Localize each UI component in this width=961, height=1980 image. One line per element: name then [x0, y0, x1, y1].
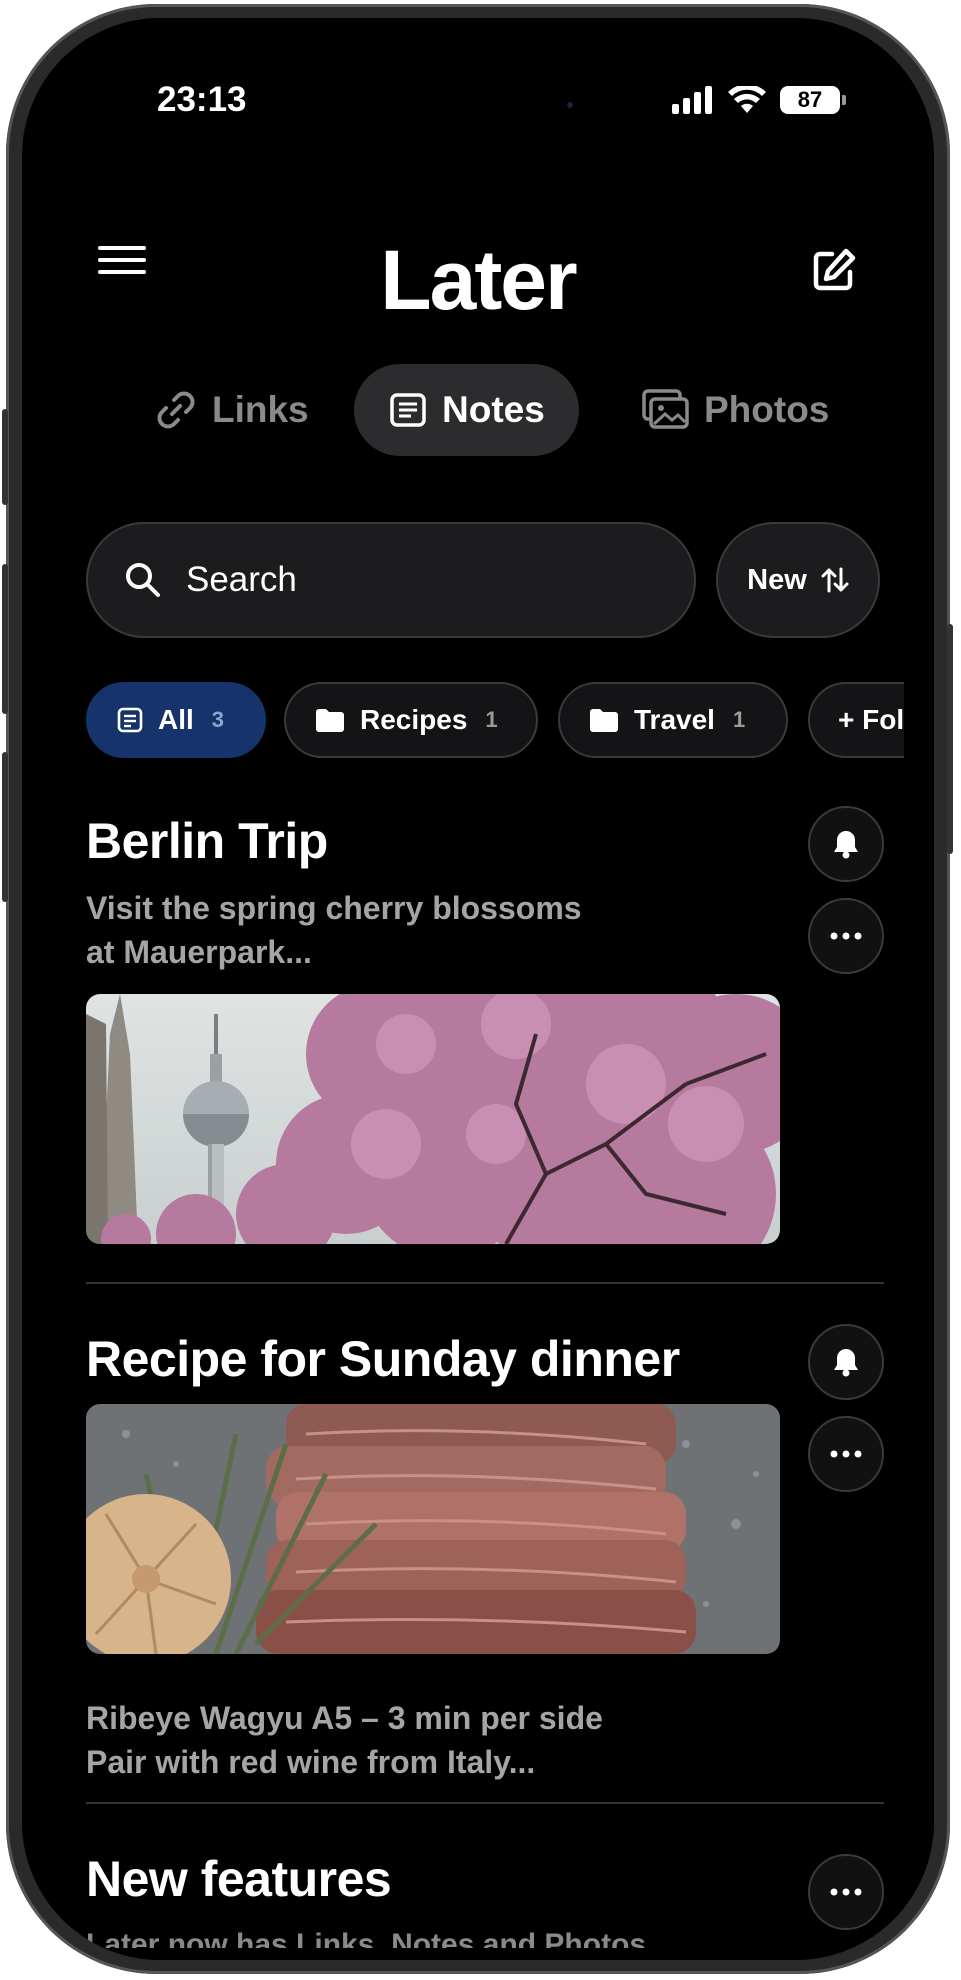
- tv-tower-cherry-blossom-image: [86, 994, 780, 1244]
- bell-icon: [834, 1349, 858, 1377]
- note-divider: [86, 1802, 884, 1804]
- wagyu-steak-image: [86, 1404, 780, 1654]
- compose-button[interactable]: [810, 246, 858, 294]
- note-preview-line[interactable]: Later now has Links, Notes and Photos: [86, 1928, 786, 1948]
- compose-icon: [813, 248, 856, 291]
- more-icon: [830, 1888, 862, 1896]
- folder-icon: [590, 709, 618, 732]
- more-icon: [830, 932, 862, 940]
- chip-label: All: [158, 704, 194, 735]
- link-icon: [157, 391, 195, 429]
- berlin-photo[interactable]: [86, 994, 780, 1244]
- tab-label: Photos: [704, 389, 830, 430]
- status-indicators: 87: [672, 86, 846, 114]
- chip-label: Travel: [634, 704, 715, 735]
- volume-down-button: [2, 752, 8, 902]
- volume-up-button: [2, 564, 8, 714]
- sort-label: New: [747, 563, 807, 596]
- sort-arrows-icon: [821, 567, 849, 593]
- tab-notes[interactable]: Notes: [354, 364, 579, 456]
- sort-button[interactable]: New: [716, 522, 880, 638]
- search-input[interactable]: Search: [86, 522, 696, 638]
- reminder-button[interactable]: [808, 806, 884, 882]
- note-preview[interactable]: Ribeye Wagyu A5 – 3 min per side Pair wi…: [86, 1696, 603, 1784]
- app-title: Later: [380, 233, 577, 327]
- chip-travel[interactable]: Travel 1: [558, 682, 788, 758]
- note-icon: [117, 707, 143, 733]
- note-title[interactable]: Berlin Trip: [86, 812, 328, 870]
- more-icon: [830, 1450, 862, 1458]
- battery-indicator: 87: [780, 86, 846, 114]
- steak-photo[interactable]: [86, 1404, 780, 1654]
- phone-frame: 23:13 87 Later Links Notes Photos Search…: [2, 4, 953, 1974]
- chip-label: + Fol: [838, 704, 904, 735]
- cellular-signal-icon: [672, 86, 712, 114]
- action-button: [2, 409, 8, 505]
- reminder-button[interactable]: [808, 1324, 884, 1400]
- bell-icon: [834, 831, 858, 859]
- more-options-button[interactable]: [808, 1854, 884, 1930]
- search-icon: [126, 563, 160, 597]
- chip-count: 3: [211, 707, 225, 732]
- dynamic-island: [392, 70, 582, 126]
- chip-count: 1: [732, 707, 746, 732]
- note-preview[interactable]: Visit the spring cherry blossoms at Maue…: [86, 886, 582, 974]
- tab-links[interactable]: Links: [120, 364, 343, 456]
- note-divider: [86, 1282, 884, 1284]
- folder-icon: [316, 709, 344, 732]
- tab-label: Links: [212, 389, 309, 430]
- note-preview-line: at Mauerpark...: [86, 934, 312, 970]
- note-preview-line: Visit the spring cherry blossoms: [86, 890, 582, 926]
- note-preview-line: Pair with red wine from Italy...: [86, 1744, 536, 1780]
- tab-label: Notes: [442, 389, 545, 430]
- chip-recipes[interactable]: Recipes 1: [284, 682, 538, 758]
- power-button: [947, 624, 953, 854]
- screen: 23:13 87 Later Links Notes Photos Search…: [22, 18, 934, 1960]
- more-options-button[interactable]: [808, 1416, 884, 1492]
- wifi-icon: [728, 86, 766, 113]
- note-title[interactable]: New features: [86, 1850, 392, 1908]
- note-preview-line: Ribeye Wagyu A5 – 3 min per side: [86, 1700, 603, 1736]
- status-time: 23:13: [157, 80, 247, 119]
- more-options-button[interactable]: [808, 898, 884, 974]
- chip-label: Recipes: [360, 704, 468, 735]
- photos-icon: [642, 389, 689, 429]
- chip-add-folder[interactable]: + Fol: [808, 682, 904, 758]
- tab-photos[interactable]: Photos: [608, 364, 863, 456]
- chip-all[interactable]: All 3: [86, 682, 266, 758]
- camera-dot: [567, 102, 573, 108]
- search-placeholder: Search: [186, 560, 297, 599]
- note-icon: [390, 393, 426, 427]
- tab-bar: Links Notes Photos: [22, 364, 934, 456]
- folder-chips: All 3 Recipes 1 Travel 1 + Fol: [86, 682, 904, 758]
- chip-count: 1: [485, 707, 498, 732]
- note-title[interactable]: Recipe for Sunday dinner: [86, 1330, 680, 1388]
